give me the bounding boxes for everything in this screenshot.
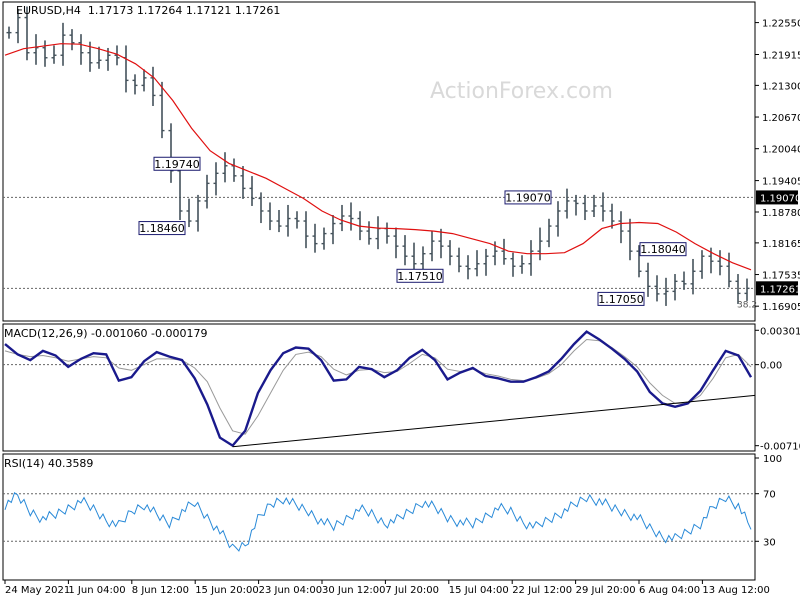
- price-tag-label: 1.19070: [760, 193, 800, 204]
- price-annotation-label: 1.17050: [598, 293, 644, 306]
- rsi-line: [4, 492, 752, 552]
- rsi-y-tick-label: 70: [763, 490, 776, 501]
- price-tag-label: 1.17261: [760, 284, 800, 295]
- macd-signal-line: [4, 338, 752, 435]
- watermark: ActionForex.com: [430, 79, 613, 104]
- price-y-tick-label: 1.21915: [762, 50, 800, 61]
- price-annotation-label: 1.18040: [640, 243, 686, 256]
- macd-caption: MACD(12,26,9) -0.001060 -0.000179: [4, 327, 208, 340]
- x-axis-tick-label: 7 Jul 20:00: [385, 585, 439, 596]
- price-y-tick-label: 1.18780: [762, 208, 800, 219]
- x-axis-tick-label: 1 Jun 04:00: [68, 585, 125, 596]
- x-axis-tick-label: 15 Jul 04:00: [449, 585, 509, 596]
- macd-trendline: [232, 394, 756, 448]
- chart-svg: 1.19740 1.18460 1.19070 1.17510 1.18040 1.170…: [2, 1, 800, 596]
- price-annotation-label: 1.17510: [397, 270, 443, 283]
- price-annotation-label: 1.18460: [139, 222, 185, 235]
- price-y-tick-label: 1.17535: [762, 271, 800, 282]
- chart-root: 1.19740 1.18460 1.19070 1.17510 1.18040 1.170…: [0, 0, 800, 600]
- price-annotation-label: 1.19070: [505, 191, 551, 204]
- macd-main-line: [4, 330, 753, 448]
- price-y-tick-label: 1.18165: [762, 239, 800, 250]
- macd-y-tick-label: -0.007109: [760, 442, 800, 453]
- rsi-caption: RSI(14) 40.3589: [4, 457, 94, 470]
- x-axis-tick-label: 30 Jun 12:00: [322, 585, 386, 596]
- rsi-panel-frame: [2, 453, 756, 581]
- macd-y-tick-label: 0.00: [760, 361, 782, 372]
- rsi-y-tick-label: 100: [763, 454, 782, 465]
- price-y-tick-label: 1.20040: [762, 145, 800, 156]
- x-axis-tick-label: 6 Aug 04:00: [639, 585, 700, 596]
- price-panel-frame: [2, 1, 756, 322]
- x-axis-tick-label: 24 May 2021: [5, 585, 70, 596]
- price-y-tick-label: 1.19405: [762, 177, 800, 188]
- price-y-tick-label: 1.20670: [762, 113, 800, 124]
- x-axis-tick-label: 29 Jul 20:00: [576, 585, 636, 596]
- x-axis-tick-label: 23 Jun 04:00: [259, 585, 323, 596]
- x-axis-tick-label: 8 Jun 12:00: [132, 585, 189, 596]
- macd-y-tick-label: 0.003012: [760, 326, 800, 337]
- x-axis-tick-label: 22 Jul 12:00: [512, 585, 572, 596]
- price-y-tick-label: 1.22550: [762, 19, 800, 30]
- rsi-y-tick-label: 30: [763, 537, 776, 548]
- x-axis-tick-label: 15 Jun 20:00: [195, 585, 259, 596]
- x-axis-tick-label: 13 Aug 12:00: [702, 585, 769, 596]
- price-annotation-label: 1.19740: [154, 158, 200, 171]
- price-caption: EURUSD,H4 1.17173 1.17264 1.17121 1.1726…: [16, 4, 281, 17]
- price-y-tick-label: 1.21300: [762, 81, 800, 92]
- price-y-tick-label: 1.16905: [762, 302, 800, 313]
- price-fib-note: 38.2: [737, 300, 757, 310]
